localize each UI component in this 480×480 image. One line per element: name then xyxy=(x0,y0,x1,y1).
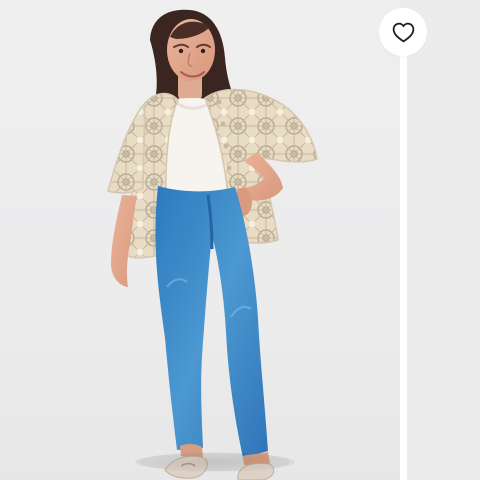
favorite-button[interactable] xyxy=(379,8,427,56)
product-gallery xyxy=(0,0,480,480)
gallery-divider xyxy=(400,52,407,480)
model-illustration xyxy=(107,9,318,480)
heart-icon xyxy=(392,22,414,42)
next-product-image-preview[interactable] xyxy=(407,0,480,480)
product-image[interactable] xyxy=(0,0,400,480)
floor-shadow xyxy=(140,452,290,472)
